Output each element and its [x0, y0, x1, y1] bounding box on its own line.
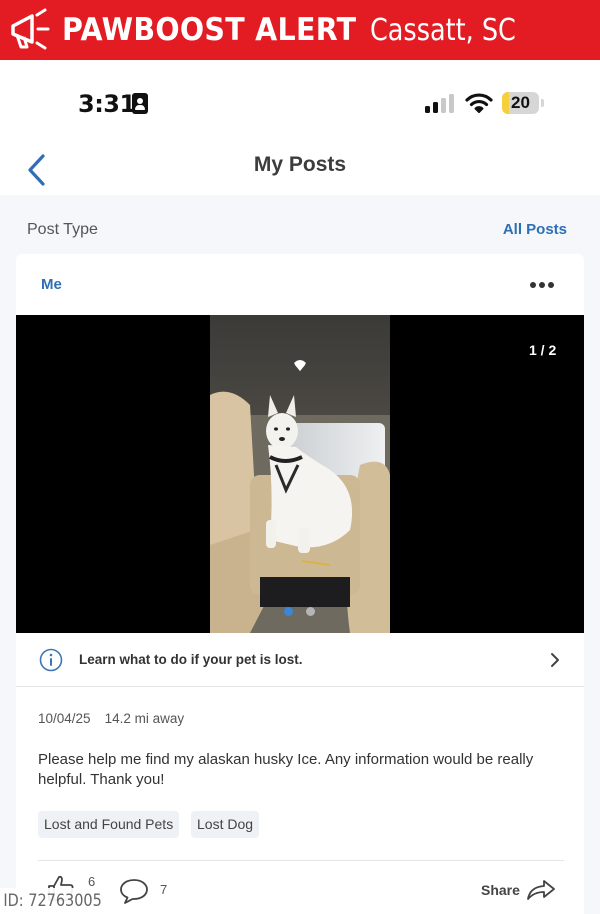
brand-name: PAWBOOST ALERT	[62, 12, 357, 48]
photo-counter: 1 / 2	[529, 342, 557, 358]
signal-icon	[425, 93, 457, 113]
lost-pet-help-text: Learn what to do if your pet is lost.	[79, 652, 303, 667]
main-content: Post Type All Posts Me 1 / 2 Learn what …	[0, 195, 600, 914]
status-time: 3:31	[78, 90, 136, 118]
battery-icon: 20	[502, 92, 539, 114]
post-type-label: Post Type	[27, 221, 98, 238]
photo-carousel[interactable]: 1 / 2	[16, 315, 584, 633]
lost-pet-help-link[interactable]: Learn what to do if your pet is lost.	[16, 633, 584, 687]
carousel-dot-1[interactable]	[284, 607, 293, 616]
wifi-icon	[465, 93, 493, 113]
image-id-watermark: ID: 72763005	[0, 888, 107, 914]
nav-bar: My Posts	[0, 145, 600, 195]
chevron-right-icon	[551, 653, 559, 667]
post-author[interactable]: Me	[41, 276, 62, 293]
post-description: Please help me find my alaskan husky Ice…	[38, 751, 534, 788]
status-bar: 3:31 20	[0, 60, 600, 145]
pet-photo	[210, 315, 390, 633]
post-card: Me 1 / 2 Learn what to do if your pet is…	[16, 254, 584, 914]
more-options-icon[interactable]	[530, 282, 554, 290]
tag-lost-dog[interactable]: Lost Dog	[191, 811, 260, 838]
page-title: My Posts	[253, 153, 347, 176]
alert-banner: PAWBOOST ALERT Cassatt, SC	[0, 0, 600, 60]
post-meta: 10/04/25 14.2 mi away	[38, 711, 184, 726]
carousel-dot-2[interactable]	[306, 607, 315, 616]
battery-percent: 20	[511, 93, 530, 112]
contact-card-icon	[132, 93, 148, 114]
like-count: 6	[88, 874, 96, 889]
battery-cap	[541, 99, 544, 107]
tag-lost-and-found-pets[interactable]: Lost and Found Pets	[38, 811, 180, 838]
alert-location: Cassatt, SC	[370, 12, 516, 48]
post-date: 10/04/25	[38, 711, 91, 726]
post-distance: 14.2 mi away	[104, 711, 185, 726]
share-arrow-icon[interactable]	[526, 878, 556, 902]
megaphone-icon	[11, 8, 50, 50]
comment-count: 7	[160, 882, 168, 897]
share-button[interactable]: Share	[481, 882, 520, 898]
comment-icon[interactable]	[119, 877, 149, 905]
info-icon	[39, 648, 63, 672]
post-type-filter-button[interactable]: All Posts	[503, 221, 567, 238]
